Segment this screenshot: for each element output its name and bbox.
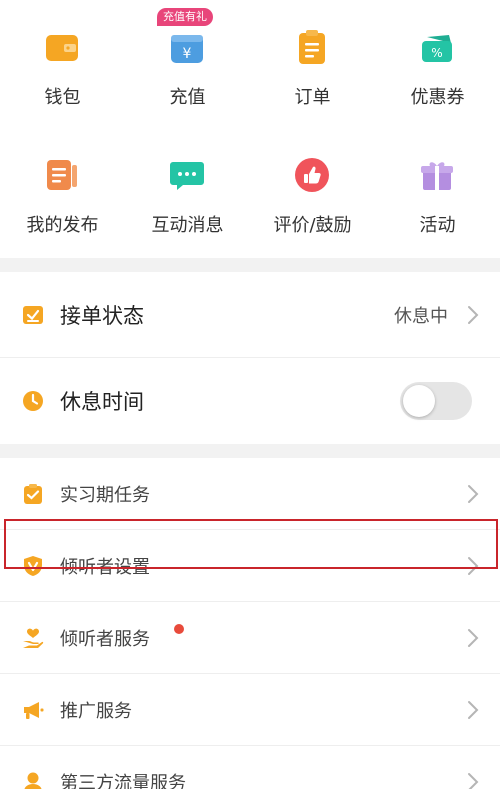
grid-item-coupons[interactable]: % 优惠券 <box>375 0 500 129</box>
grid-item-label: 订单 <box>294 87 331 108</box>
menu-panel: 实习期任务 倾听者设置 倾听者服务 推广服务 第三方流量服务 <box>0 458 500 789</box>
menu-item-label: 第三方流量服务 <box>60 773 186 789</box>
chevron-right-icon <box>468 773 479 789</box>
grid-item-activities[interactable]: 活动 <box>375 129 500 258</box>
grid-item-label: 活动 <box>419 215 456 236</box>
menu-item-promotion-services[interactable]: 推广服务 <box>0 674 500 746</box>
toggle-knob <box>403 385 435 417</box>
grid-item-orders[interactable]: 订单 <box>250 0 375 129</box>
chevron-right-icon <box>468 556 479 575</box>
wallet-icon <box>44 30 80 66</box>
grid-item-reviews[interactable]: 评价/鼓励 <box>250 129 375 258</box>
chevron-right-icon <box>468 305 479 324</box>
grid-item-interactive-messages[interactable]: 互动消息 <box>125 129 250 258</box>
feature-grid-row-2: 我的发布 互动消息 评价/鼓励 活动 <box>0 129 500 258</box>
coupon-icon: % <box>419 30 455 66</box>
rest-time-toggle[interactable] <box>400 382 472 420</box>
recharge-icon: ¥ <box>169 30 205 66</box>
svg-text:¥: ¥ <box>183 46 192 62</box>
grid-item-label: 钱包 <box>44 87 81 108</box>
clock-icon <box>22 390 44 412</box>
publish-icon <box>44 157 80 193</box>
chevron-right-icon <box>468 484 479 503</box>
gift-icon <box>419 157 455 193</box>
grid-item-label: 评价/鼓励 <box>273 215 352 236</box>
menu-item-label: 推广服务 <box>60 700 132 722</box>
feature-grid-row-1: 钱包 ¥ 充值 订单 % 优惠券 <box>0 0 500 129</box>
thumbs-up-icon <box>294 157 330 193</box>
order-status-value: 休息中 <box>394 305 448 327</box>
menu-item-third-party-traffic[interactable]: 第三方流量服务 <box>0 746 500 789</box>
grid-item-my-publish[interactable]: 我的发布 <box>0 129 125 258</box>
section-divider <box>0 258 500 272</box>
grid-item-label: 充值 <box>169 87 206 108</box>
grid-item-label: 我的发布 <box>26 215 99 236</box>
shield-v-icon <box>22 555 44 577</box>
menu-item-listener-services[interactable]: 倾听者服务 <box>0 602 500 674</box>
menu-item-label: 实习期任务 <box>60 484 150 506</box>
chevron-right-icon <box>468 700 479 719</box>
status-panel: 接单状态 休息中 休息时间 <box>0 272 500 444</box>
person-icon <box>22 771 44 789</box>
menu-item-listener-settings[interactable]: 倾听者设置 <box>0 530 500 602</box>
chevron-right-icon <box>468 628 479 647</box>
rest-time-row: 休息时间 <box>0 358 500 444</box>
menu-item-label: 倾听者设置 <box>60 556 150 578</box>
message-icon <box>169 157 205 193</box>
grid-item-wallet[interactable]: 钱包 <box>0 0 125 129</box>
clipboard-icon <box>22 483 44 505</box>
feature-grid: 钱包 ¥ 充值 订单 % 优惠券 我的发布 互动消息 评价/鼓励 活动 充值有礼 <box>0 0 500 258</box>
megaphone-icon <box>22 699 44 721</box>
heart-hand-icon <box>22 627 44 649</box>
order-status-row[interactable]: 接单状态 休息中 <box>0 272 500 358</box>
section-divider <box>0 444 500 458</box>
grid-item-label: 互动消息 <box>151 215 224 236</box>
svg-text:%: % <box>431 46 442 60</box>
recharge-promo-badge: 充值有礼 <box>157 8 213 26</box>
rest-time-label: 休息时间 <box>60 390 144 414</box>
menu-item-label: 倾听者服务 <box>60 628 150 650</box>
order-status-label: 接单状态 <box>60 303 144 328</box>
notification-dot <box>174 624 184 634</box>
grid-item-label: 优惠券 <box>410 87 465 108</box>
order-status-icon <box>22 304 44 326</box>
orders-icon <box>294 30 330 66</box>
menu-item-internship-tasks[interactable]: 实习期任务 <box>0 458 500 530</box>
